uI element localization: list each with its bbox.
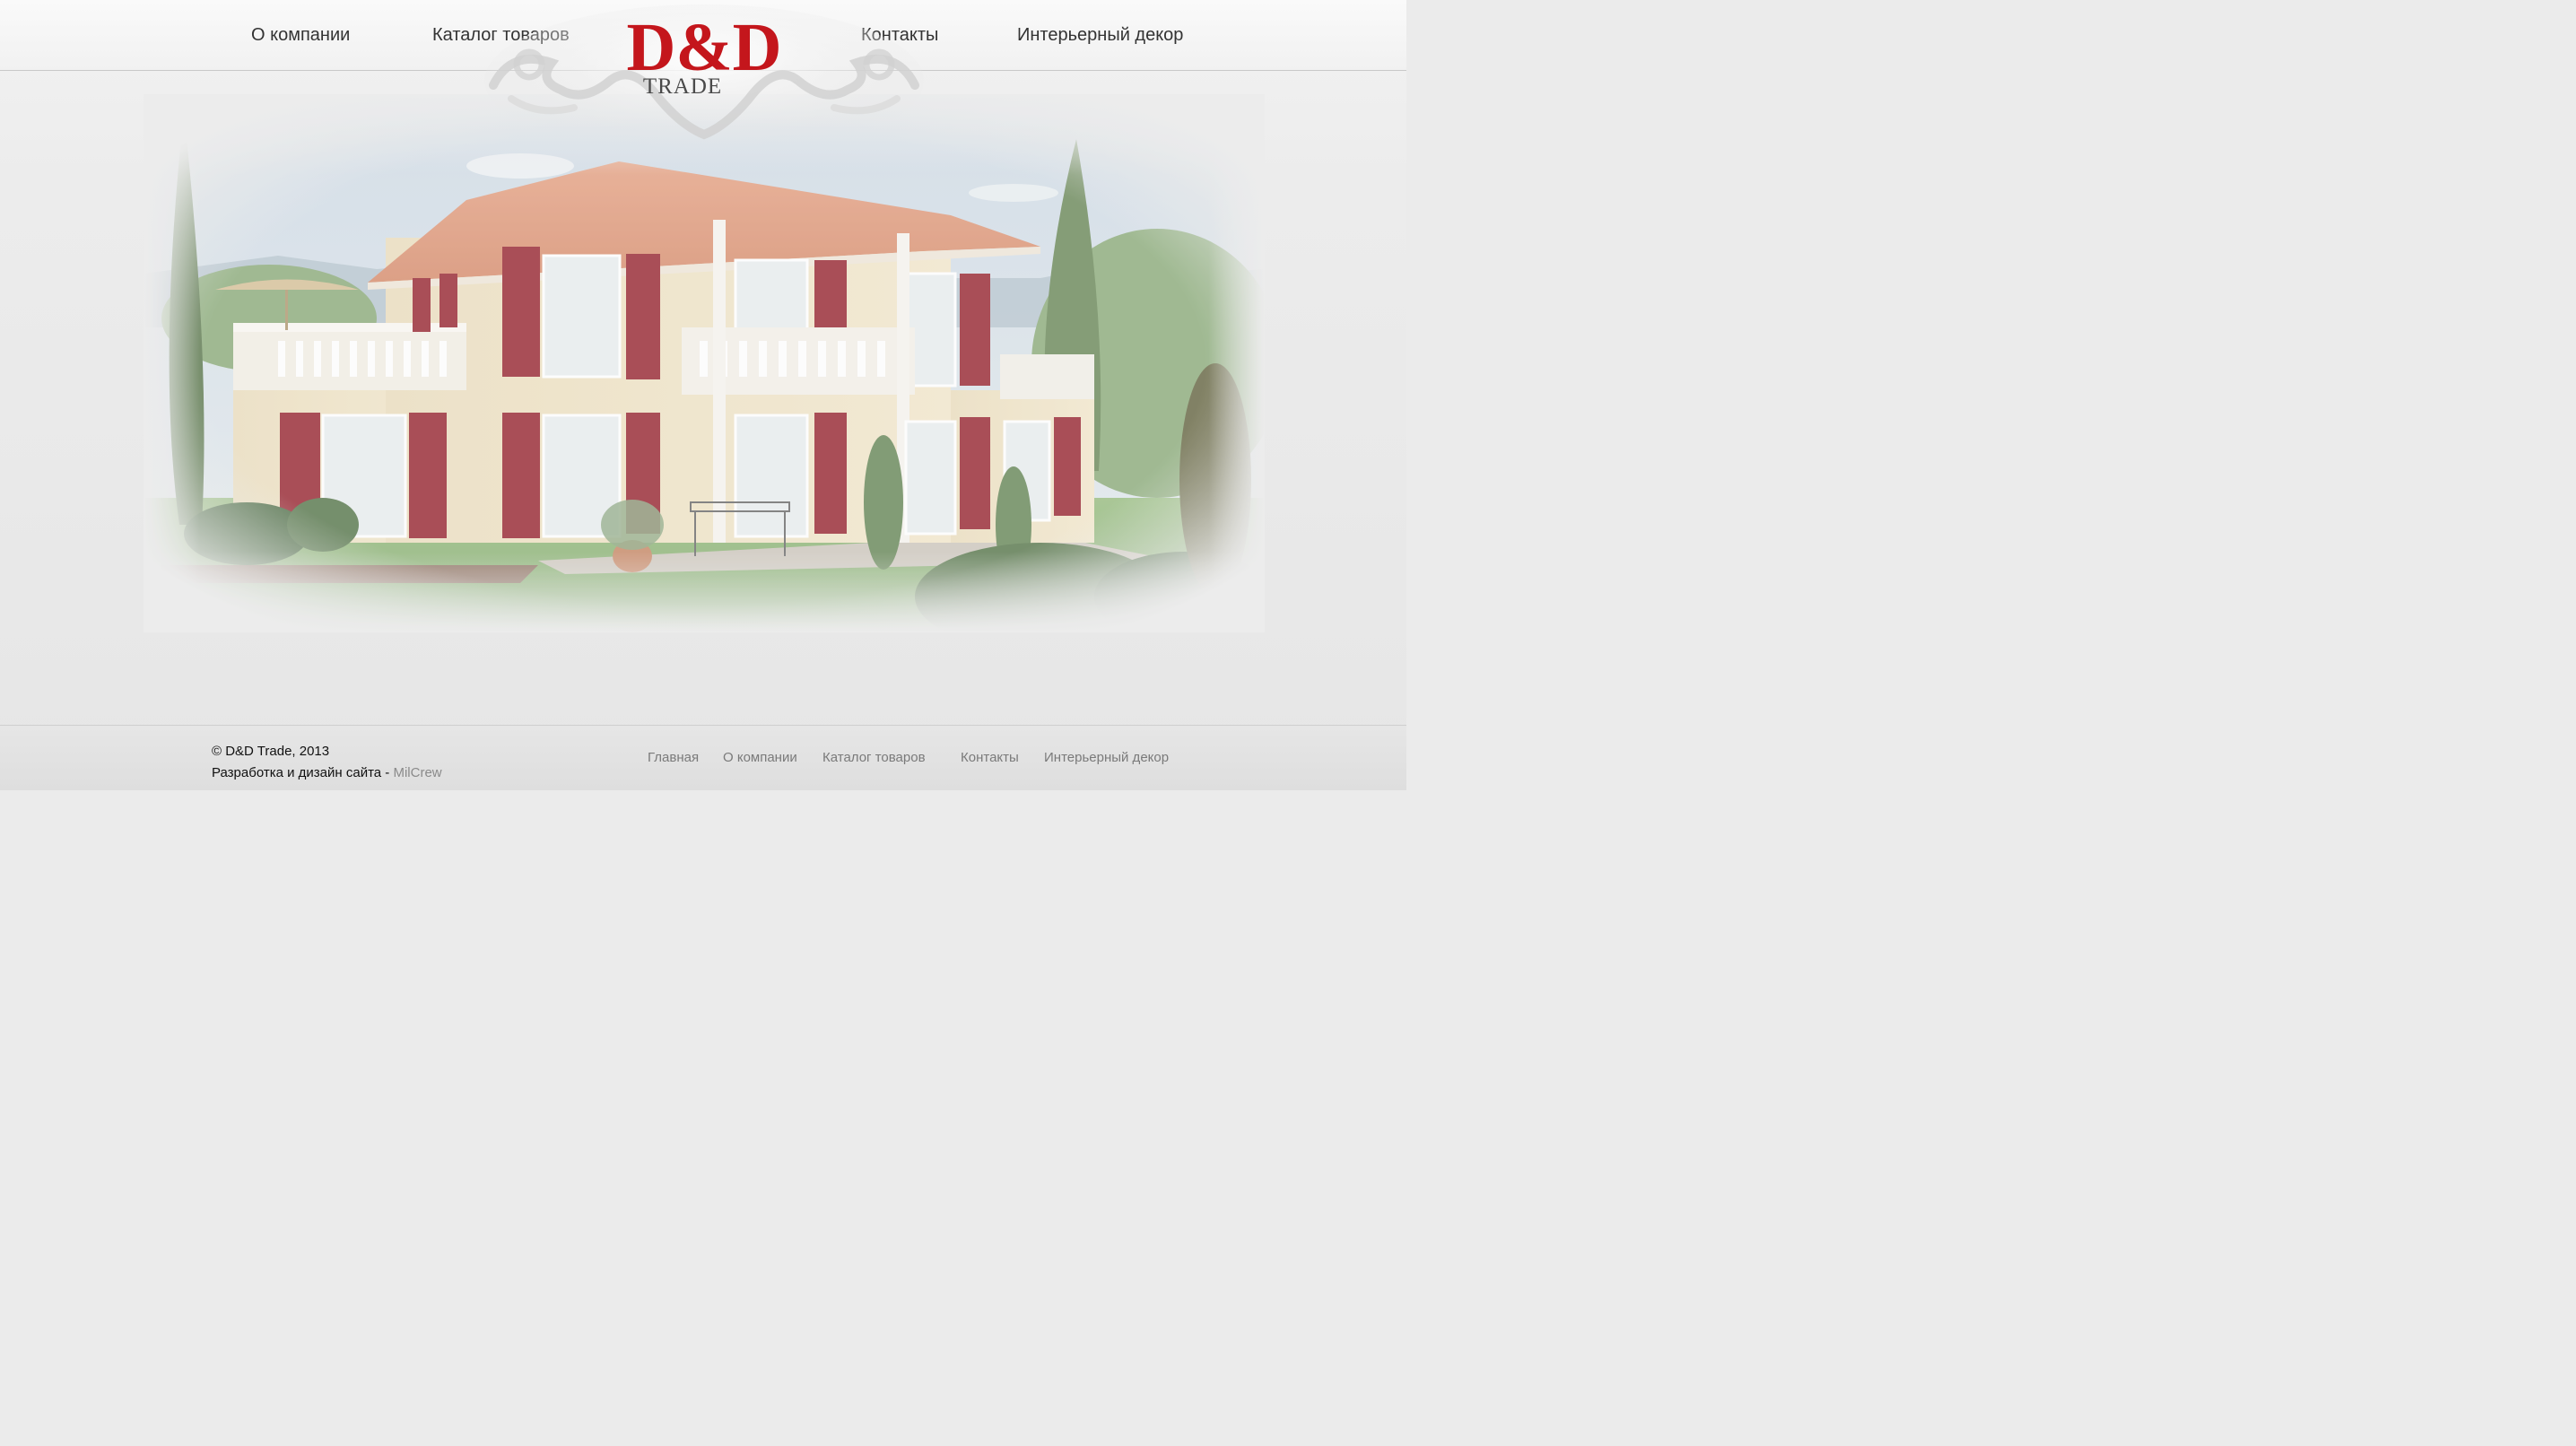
logo-subtitle: TRADE bbox=[643, 74, 722, 99]
logo[interactable]: D&D TRADE bbox=[475, 0, 933, 161]
footer-link-home[interactable]: Главная bbox=[648, 750, 699, 765]
nav-link-interior-decor[interactable]: Интерьерный декор bbox=[1017, 25, 1183, 46]
developer-credit: Разработка и дизайн сайта - MilCrew bbox=[212, 762, 442, 784]
copyright-text: © D&D Trade, 2013 bbox=[212, 744, 330, 759]
hero-villa-image bbox=[144, 94, 1265, 632]
developer-prefix: Разработка и дизайн сайта - bbox=[212, 765, 394, 780]
footer-link-contacts[interactable]: Контакты bbox=[961, 750, 1019, 765]
nav-link-about[interactable]: О компании bbox=[251, 25, 350, 46]
footer-link-interior-decor[interactable]: Интерьерный декор bbox=[1044, 750, 1169, 765]
footer-link-catalog[interactable]: Каталог товаров bbox=[822, 750, 926, 765]
footer: © D&D Trade, 2013 Разработка и дизайн са… bbox=[0, 725, 1406, 790]
footer-link-about[interactable]: О компании bbox=[723, 750, 797, 765]
page: О компании Каталог товаров Контакты Инте… bbox=[0, 0, 1406, 790]
footer-credits: © D&D Trade, 2013 Разработка и дизайн са… bbox=[212, 741, 442, 784]
developer-link[interactable]: MilCrew bbox=[393, 765, 441, 780]
